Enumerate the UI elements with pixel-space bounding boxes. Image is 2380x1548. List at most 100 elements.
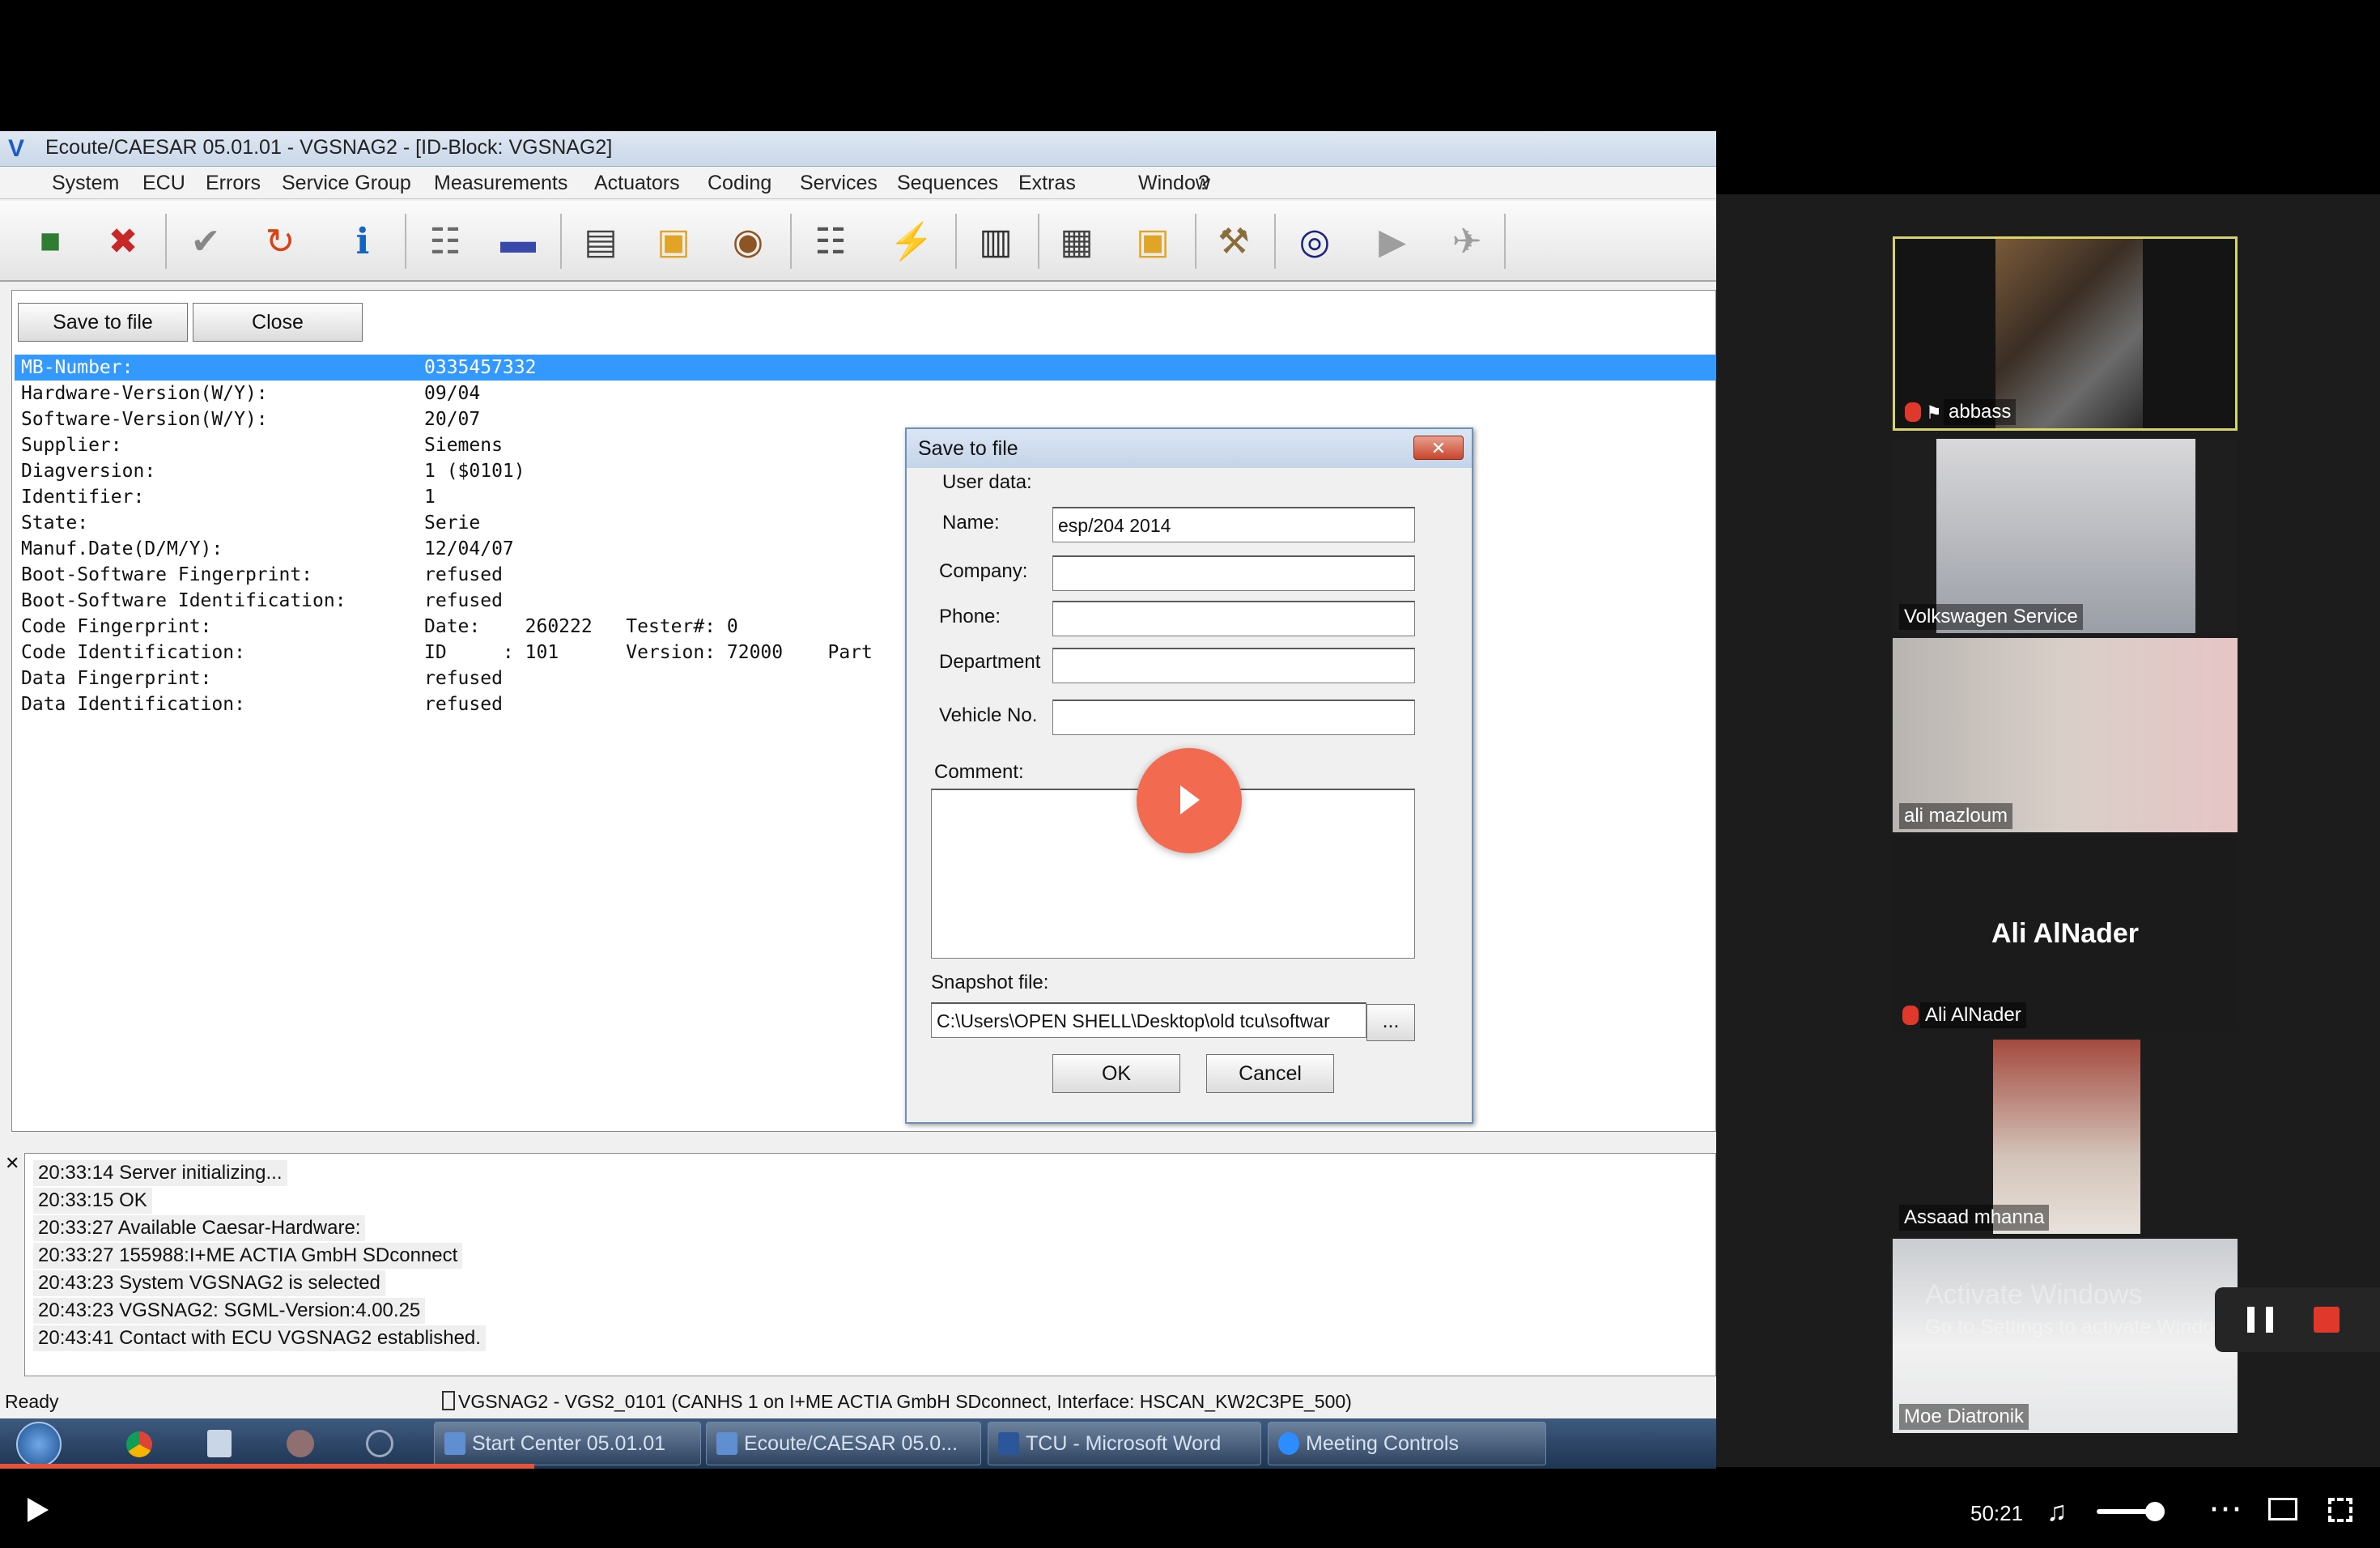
toolbar-separator bbox=[1195, 214, 1196, 269]
vehicle-icon[interactable]: ▬ bbox=[486, 209, 550, 274]
network-tree-icon[interactable]: ☷ bbox=[798, 209, 863, 274]
dialog-close-icon[interactable]: ✕ bbox=[1413, 436, 1464, 460]
menu-system[interactable]: System bbox=[52, 172, 119, 195]
task-caesar[interactable]: Ecoute/CAESAR 05.0... bbox=[706, 1422, 981, 1465]
volume-knob[interactable] bbox=[2145, 1502, 2165, 1521]
table-list-icon[interactable]: ▦ bbox=[1044, 209, 1109, 274]
activate-windows-watermark: Activate Windows Go to Settings to activ… bbox=[1925, 1279, 2245, 1339]
id-value: refused bbox=[424, 590, 503, 611]
id-key: Hardware-Version(W/Y): bbox=[21, 383, 268, 404]
menu-help[interactable]: ? bbox=[1198, 172, 1209, 195]
plug-icon[interactable]: ✈ bbox=[1434, 209, 1499, 274]
id-value: 12/04/07 bbox=[424, 538, 514, 559]
vehicle-no-field[interactable] bbox=[1052, 700, 1415, 735]
more-options-icon[interactable]: ⋯ bbox=[2208, 1488, 2242, 1528]
log-line: 20:33:14 Server initializing... bbox=[33, 1160, 287, 1186]
toolbar-separator bbox=[1038, 214, 1039, 269]
menu-errors[interactable]: Errors bbox=[206, 172, 261, 195]
hardware-info-icon[interactable]: ℹ bbox=[330, 209, 395, 274]
menu-service-group[interactable]: Service Group bbox=[282, 172, 411, 195]
eye-icon[interactable]: ◉ bbox=[716, 209, 780, 274]
video-play-overlay-button[interactable] bbox=[1137, 748, 1242, 853]
zoom-task-icon bbox=[1278, 1432, 1299, 1455]
measure-window-icon[interactable]: ▤ bbox=[568, 209, 633, 274]
open-folder-icon[interactable]: ▣ bbox=[641, 209, 706, 274]
id-value: refused bbox=[424, 694, 503, 715]
snapshot-file-field[interactable]: C:\Users\OPEN SHELL\Desktop\old tcu\soft… bbox=[931, 1002, 1366, 1038]
menu-services[interactable]: Services bbox=[800, 172, 878, 195]
ok-button[interactable]: OK bbox=[1052, 1054, 1180, 1093]
pause-recording-icon[interactable] bbox=[2247, 1307, 2273, 1333]
task-start-center[interactable]: Start Center 05.01.01 bbox=[434, 1422, 701, 1465]
id-key: Boot-Software Fingerprint: bbox=[21, 564, 313, 585]
id-key: Code Identification: bbox=[21, 642, 245, 663]
toolbar-separator bbox=[790, 214, 792, 269]
video-time: 50:21 bbox=[1970, 1501, 2024, 1525]
participant-name: Moe Diatronik bbox=[1899, 1404, 2029, 1430]
participant-tile[interactable]: ali mazloum bbox=[1893, 638, 2238, 832]
app-icon[interactable] bbox=[287, 1430, 314, 1457]
participant-tile[interactable]: Volkswagen Service bbox=[1893, 439, 2238, 633]
user-data-label: User data: bbox=[942, 471, 1032, 493]
start-button-icon[interactable] bbox=[16, 1422, 62, 1467]
files-icon[interactable] bbox=[207, 1430, 232, 1457]
log-close-icon[interactable]: ✕ bbox=[5, 1153, 19, 1174]
binoculars-icon[interactable]: ◎ bbox=[1282, 209, 1347, 274]
tools-icon[interactable]: ⚒ bbox=[1201, 209, 1266, 274]
menu-coding[interactable]: Coding bbox=[708, 172, 771, 195]
ecu-disconnect-icon[interactable]: ✖ bbox=[91, 209, 155, 274]
menu-ecu[interactable]: ECU bbox=[142, 172, 185, 195]
department-field[interactable] bbox=[1052, 648, 1415, 683]
task-meeting-controls[interactable]: Meeting Controls bbox=[1268, 1422, 1546, 1465]
id-key: State: bbox=[21, 512, 89, 534]
play-icon bbox=[1180, 785, 1200, 814]
participant-tile[interactable]: Assaad mhanna bbox=[1893, 1040, 2238, 1234]
name-field[interactable]: esp/204 2014 bbox=[1052, 507, 1415, 542]
menu-sequences[interactable]: Sequences bbox=[897, 172, 998, 195]
app-logo-icon: V bbox=[8, 135, 25, 162]
volume-icon[interactable]: ♫ bbox=[2046, 1496, 2068, 1528]
close-button[interactable]: Close bbox=[193, 303, 363, 342]
id-row[interactable]: Hardware-Version(W/Y): 09/04 bbox=[15, 381, 1716, 406]
menu-actuators[interactable]: Actuators bbox=[594, 172, 680, 195]
id-value: refused bbox=[424, 668, 503, 689]
watermark-line2: Go to Settings to activate Windows. bbox=[1925, 1316, 2245, 1338]
dialog-title-bar: Save to file ✕ bbox=[907, 429, 1472, 468]
flash-icon[interactable]: ⚡ bbox=[879, 209, 944, 274]
toolbar-separator bbox=[1274, 214, 1276, 269]
browse-button[interactable]: ... bbox=[1366, 1004, 1415, 1041]
clock-app-icon[interactable] bbox=[366, 1430, 393, 1457]
caesar-task-icon bbox=[444, 1432, 465, 1455]
menu-extras[interactable]: Extras bbox=[1018, 172, 1076, 195]
status-connection: VGSNAG2 - VGS2_0101 (CANHS 1 on I+ME ACT… bbox=[458, 1391, 1352, 1412]
connector-icon[interactable]: ▶ bbox=[1360, 209, 1425, 274]
phone-field[interactable] bbox=[1052, 601, 1415, 636]
toolbar-separator bbox=[405, 214, 406, 269]
snapshot-file-label: Snapshot file: bbox=[931, 972, 1049, 993]
save-folder-icon[interactable]: ▣ bbox=[1120, 209, 1185, 274]
ecu-connect-icon[interactable]: ■ bbox=[18, 209, 83, 274]
cancel-button[interactable]: Cancel bbox=[1206, 1054, 1334, 1093]
fault-memory-icon[interactable]: ☷ bbox=[413, 209, 478, 274]
comment-label: Comment: bbox=[934, 761, 1024, 783]
picture-in-picture-icon[interactable] bbox=[2268, 1498, 2297, 1520]
stop-recording-icon[interactable] bbox=[2314, 1307, 2340, 1333]
id-row[interactable]: MB-Number: 0335457332 bbox=[15, 355, 1716, 381]
fullscreen-icon[interactable] bbox=[2328, 1498, 2352, 1522]
id-key: Data Identification: bbox=[21, 694, 245, 715]
play-icon[interactable] bbox=[28, 1498, 49, 1522]
task-word[interactable]: TCU - Microsoft Word bbox=[988, 1422, 1261, 1465]
participant-tile[interactable]: Ali AlNader Ali AlNader bbox=[1893, 837, 2238, 1031]
reset-icon[interactable]: ↻ bbox=[248, 209, 312, 274]
document-icon[interactable]: ▥ bbox=[963, 209, 1028, 274]
participant-tile[interactable]: ⚑ abbass bbox=[1893, 236, 2238, 431]
participant-video bbox=[1995, 239, 2143, 428]
chrome-icon[interactable] bbox=[126, 1431, 152, 1457]
company-field[interactable] bbox=[1052, 555, 1415, 591]
department-label: Department bbox=[939, 651, 1041, 673]
log-line: 20:43:23 System VGSNAG2 is selected bbox=[33, 1270, 385, 1296]
menu-measurements[interactable]: Measurements bbox=[434, 172, 567, 195]
save-to-file-button[interactable]: Save to file bbox=[18, 303, 188, 342]
check-icon[interactable]: ✔ bbox=[173, 209, 238, 274]
id-key: Supplier: bbox=[21, 435, 122, 456]
